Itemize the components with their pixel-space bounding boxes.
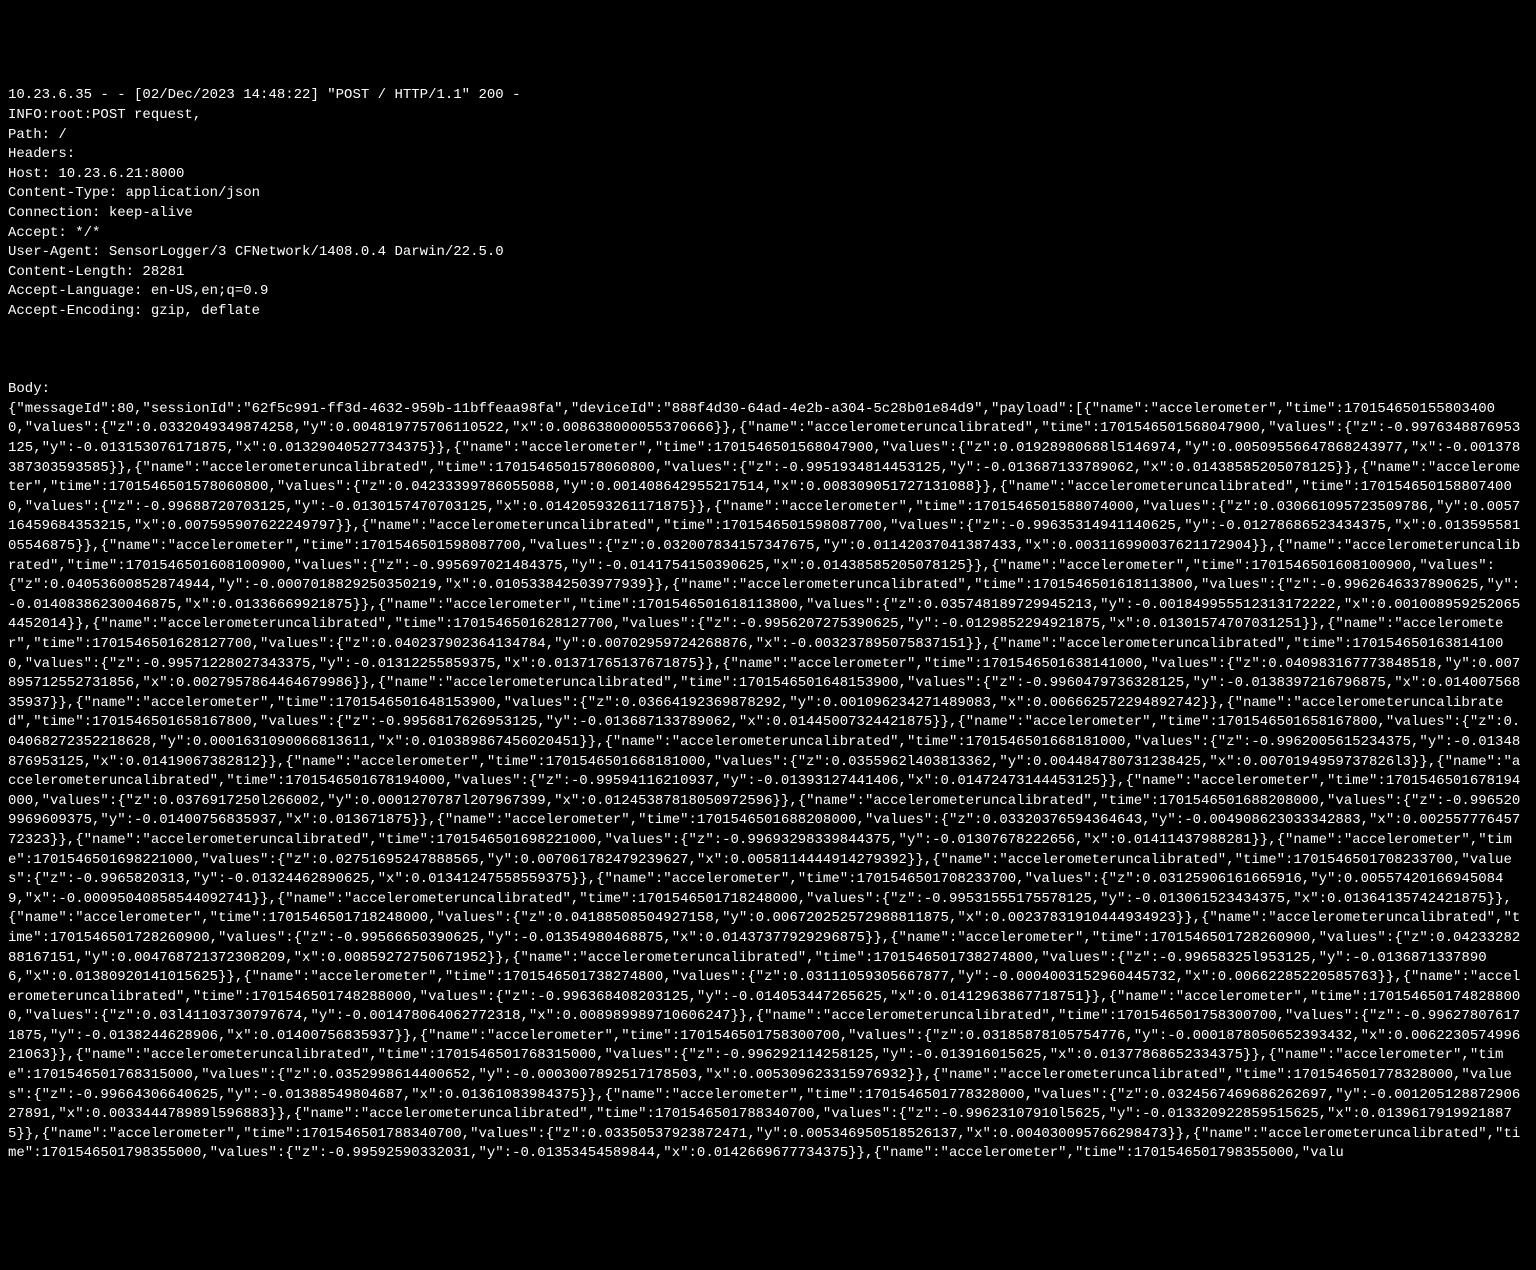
header-connection: Connection: keep-alive <box>8 205 193 221</box>
info-line: INFO:root:POST request, <box>8 107 201 123</box>
body-json: {"messageId":80,"sessionId":"62f5c991-ff… <box>8 401 1520 1162</box>
header-accept: Accept: */* <box>8 225 100 241</box>
path-line: Path: / <box>8 127 67 143</box>
header-user-agent: User-Agent: SensorLogger/3 CFNetwork/140… <box>8 244 504 260</box>
header-host: Host: 10.23.6.21:8000 <box>8 166 184 182</box>
header-content-type: Content-Type: application/json <box>8 185 260 201</box>
header-accept-language: Accept-Language: en-US,en;q=0.9 <box>8 283 268 299</box>
access-log-line: 10.23.6.35 - - [02/Dec/2023 14:48:22] "P… <box>8 87 520 103</box>
header-content-length: Content-Length: 28281 <box>8 264 184 280</box>
terminal-output: 10.23.6.35 - - [02/Dec/2023 14:48:22] "P… <box>8 86 1528 1164</box>
header-accept-encoding: Accept-Encoding: gzip, deflate <box>8 303 260 319</box>
headers-label: Headers: <box>8 146 75 162</box>
body-label: Body: <box>8 381 50 397</box>
